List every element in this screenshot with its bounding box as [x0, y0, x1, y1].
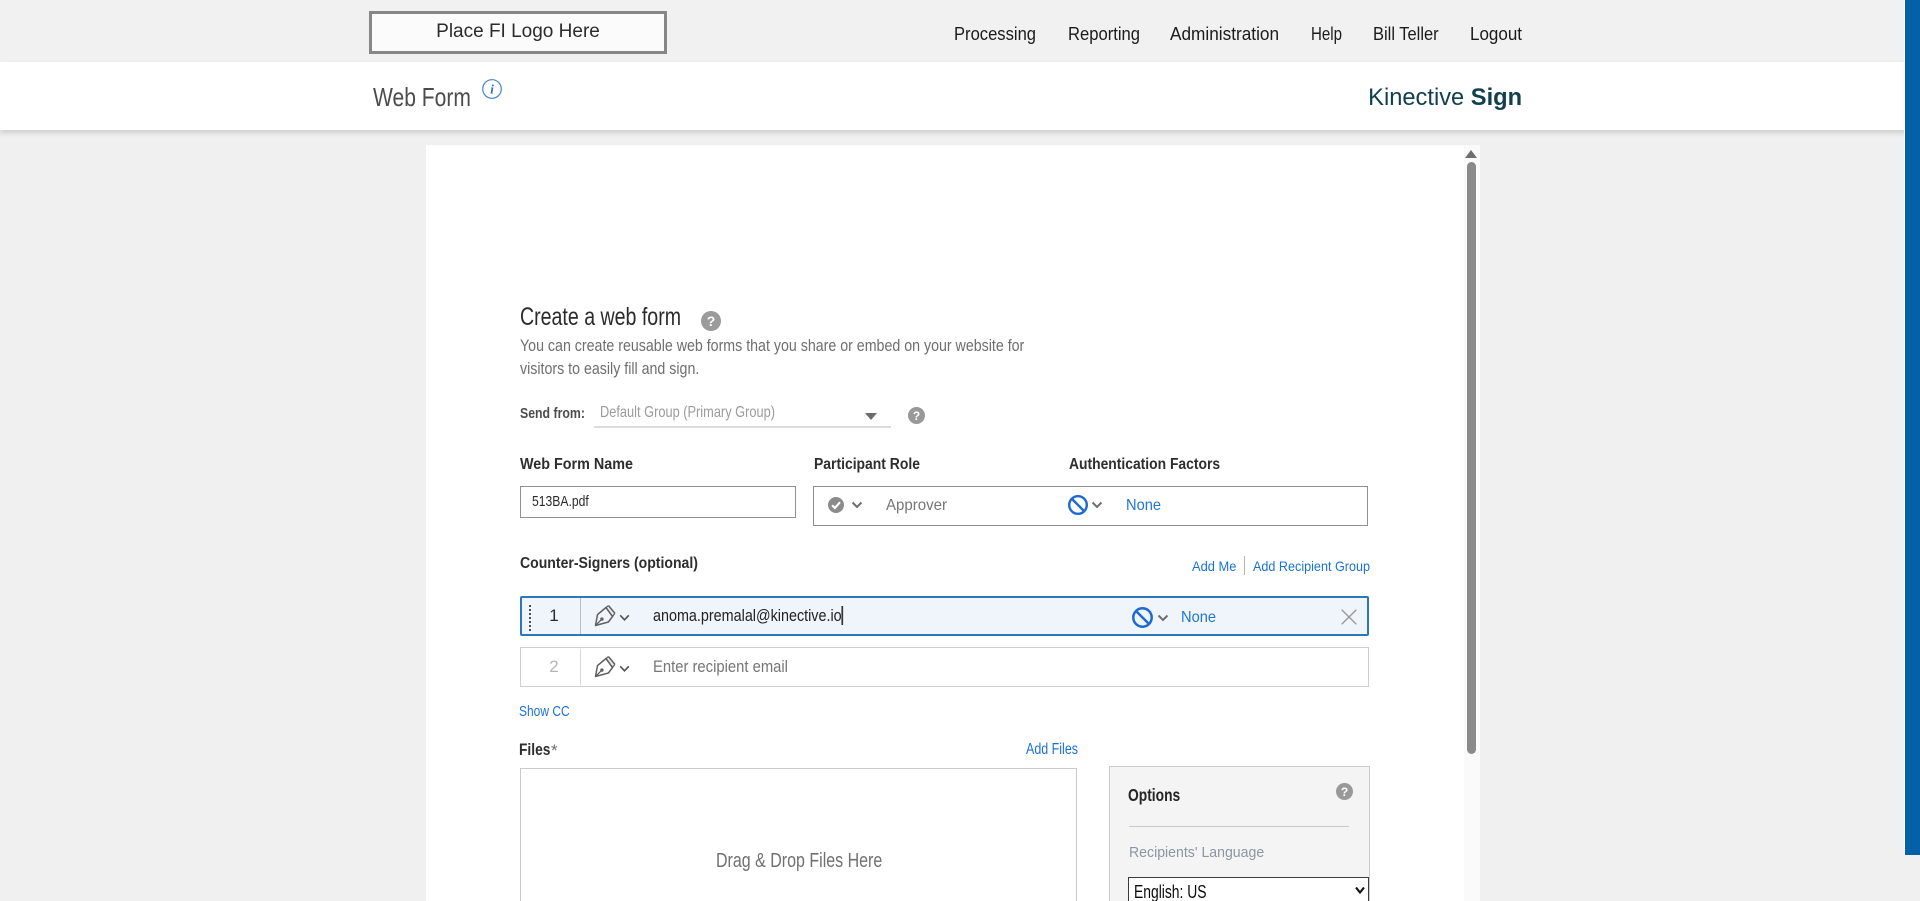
svg-text:?: ? — [913, 409, 920, 423]
svg-text:?: ? — [707, 313, 716, 329]
svg-text:i: i — [490, 82, 494, 97]
svg-text:?: ? — [1341, 785, 1348, 799]
